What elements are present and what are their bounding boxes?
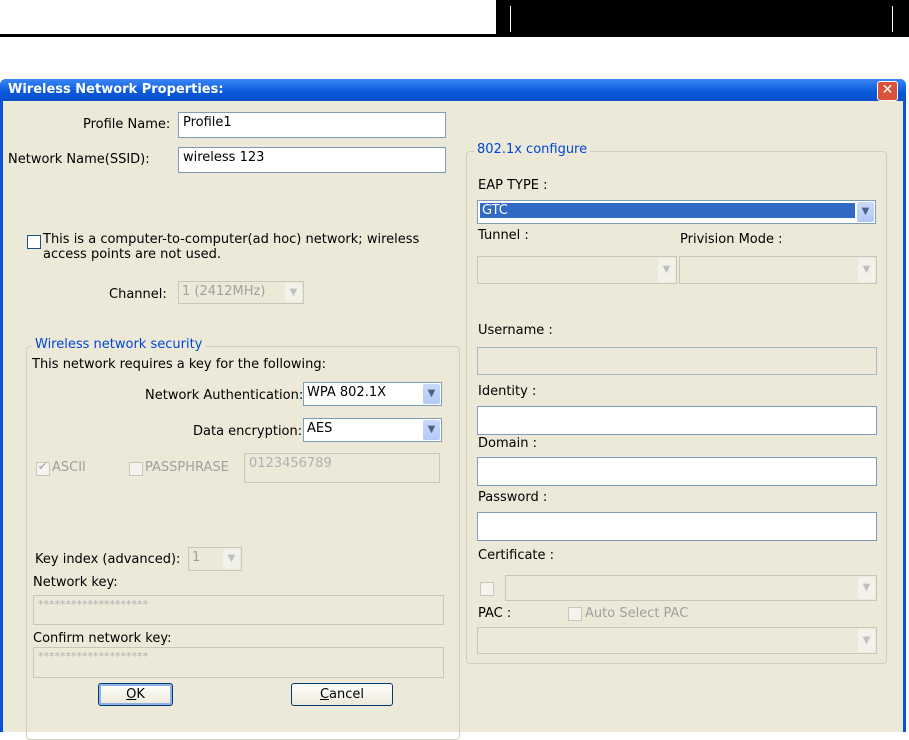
ascii-checkbox[interactable]: ✔ <box>36 460 50 476</box>
key-index-select[interactable]: 1 ▼ <box>188 547 242 571</box>
header-bar <box>496 0 909 37</box>
auto-select-pac-label: Auto Select PAC <box>585 606 689 621</box>
password-input[interactable] <box>477 512 877 541</box>
passphrase-value: 0123456789 <box>249 456 332 471</box>
chevron-down-icon: ▼ <box>857 202 874 222</box>
certificate-select[interactable]: ▼ <box>505 575 877 601</box>
cancel-label-rest: ancel <box>329 687 365 702</box>
channel-select[interactable]: 1 (2412MHz) ▼ <box>178 281 304 304</box>
security-group-legend: Wireless network security <box>32 337 206 352</box>
chevron-down-icon: ▼ <box>658 258 675 282</box>
eap-type-label: EAP TYPE : <box>478 178 548 193</box>
ok-mnemonic: O <box>126 687 137 702</box>
cancel-button[interactable]: Cancel <box>291 683 393 706</box>
network-key-input[interactable]: ******************** <box>33 595 444 625</box>
security-intro-text: This network requires a key for the foll… <box>32 357 327 372</box>
domain-label: Domain : <box>478 436 537 451</box>
eap-type-value: GTC <box>480 203 855 218</box>
network-auth-label: Network Authentication: <box>145 388 304 403</box>
chevron-down-icon: ▼ <box>858 577 875 599</box>
adhoc-label-line1: This is a computer-to-computer(ad hoc) n… <box>43 232 420 247</box>
network-auth-value: WPA 802.1X <box>307 385 387 400</box>
chevron-down-icon: ▼ <box>423 384 440 404</box>
close-button[interactable]: ✕ <box>877 81 898 101</box>
header-divider <box>510 6 511 32</box>
chevron-down-icon: ▼ <box>223 549 240 569</box>
ok-button[interactable]: OK <box>98 683 173 706</box>
adhoc-label-line2: access points are not used. <box>43 247 221 262</box>
cancel-mnemonic: C <box>319 687 330 702</box>
passphrase-label: PASSPHRASE <box>145 460 229 475</box>
network-auth-select[interactable]: WPA 802.1X ▼ <box>303 382 442 406</box>
pac-select[interactable]: ▼ <box>477 627 877 654</box>
certificate-checkbox[interactable] <box>480 582 494 596</box>
tunnel-select[interactable]: ▼ <box>477 256 677 284</box>
username-input[interactable] <box>477 347 877 375</box>
passphrase-input[interactable]: 0123456789 <box>244 453 440 483</box>
channel-label: Channel: <box>109 287 167 302</box>
close-icon: ✕ <box>881 82 894 98</box>
adhoc-checkbox[interactable] <box>27 235 41 249</box>
profile-name-input[interactable]: Profile1 <box>178 112 446 138</box>
header-rule <box>0 34 496 37</box>
ascii-label: ASCII <box>52 460 86 475</box>
network-key-value: ******************** <box>38 598 148 611</box>
auto-select-pac-checkbox[interactable] <box>568 607 582 621</box>
certificate-label: Certificate : <box>478 548 555 563</box>
checkmark-icon: ✔ <box>38 460 48 473</box>
ok-label-rest: K <box>136 687 145 702</box>
provision-mode-label: Privision Mode : <box>680 232 783 247</box>
chevron-down-icon: ▼ <box>285 283 302 302</box>
key-index-value: 1 <box>192 550 201 565</box>
data-encryption-value: AES <box>307 421 333 436</box>
profile-name-value: Profile1 <box>183 115 232 130</box>
identity-input[interactable] <box>477 406 877 435</box>
header-divider <box>892 6 893 32</box>
dialog-title: Wireless Network Properties: <box>8 82 224 97</box>
tunnel-label: Tunnel : <box>478 228 529 243</box>
chevron-down-icon: ▼ <box>423 420 440 440</box>
profile-name-label: Profile Name: <box>83 117 171 132</box>
confirm-key-value: ******************** <box>38 650 148 663</box>
passphrase-checkbox[interactable] <box>129 462 143 476</box>
identity-label: Identity : <box>478 384 537 399</box>
provision-mode-select[interactable]: ▼ <box>679 256 877 284</box>
eap-type-select[interactable]: GTC ▼ <box>477 200 876 224</box>
confirm-key-label: Confirm network key: <box>33 631 172 646</box>
title-bar[interactable]: Wireless Network Properties: ✕ <box>0 79 906 101</box>
username-label: Username : <box>478 323 553 338</box>
network-key-label: Network key: <box>33 575 118 590</box>
dialog-client-area: Profile Name: Profile1 Network Name(SSID… <box>3 101 903 740</box>
pac-label: PAC : <box>478 606 512 621</box>
data-encryption-select[interactable]: AES ▼ <box>303 418 442 442</box>
ssid-value: wireless 123 <box>183 150 265 165</box>
chevron-down-icon: ▼ <box>858 258 875 282</box>
domain-input[interactable] <box>477 457 877 486</box>
data-encryption-label: Data encryption: <box>193 424 303 439</box>
password-label: Password : <box>478 490 548 505</box>
ssid-input[interactable]: wireless 123 <box>178 147 446 173</box>
channel-value: 1 (2412MHz) <box>182 284 266 299</box>
ssid-label: Network Name(SSID): <box>8 152 150 167</box>
dot1x-group-legend: 802.1x configure <box>474 142 591 157</box>
chevron-down-icon: ▼ <box>858 629 875 652</box>
dialog-window: Wireless Network Properties: ✕ Profile N… <box>0 79 906 740</box>
key-index-label: Key index (advanced): <box>35 552 181 567</box>
confirm-key-input[interactable]: ******************** <box>33 647 444 678</box>
